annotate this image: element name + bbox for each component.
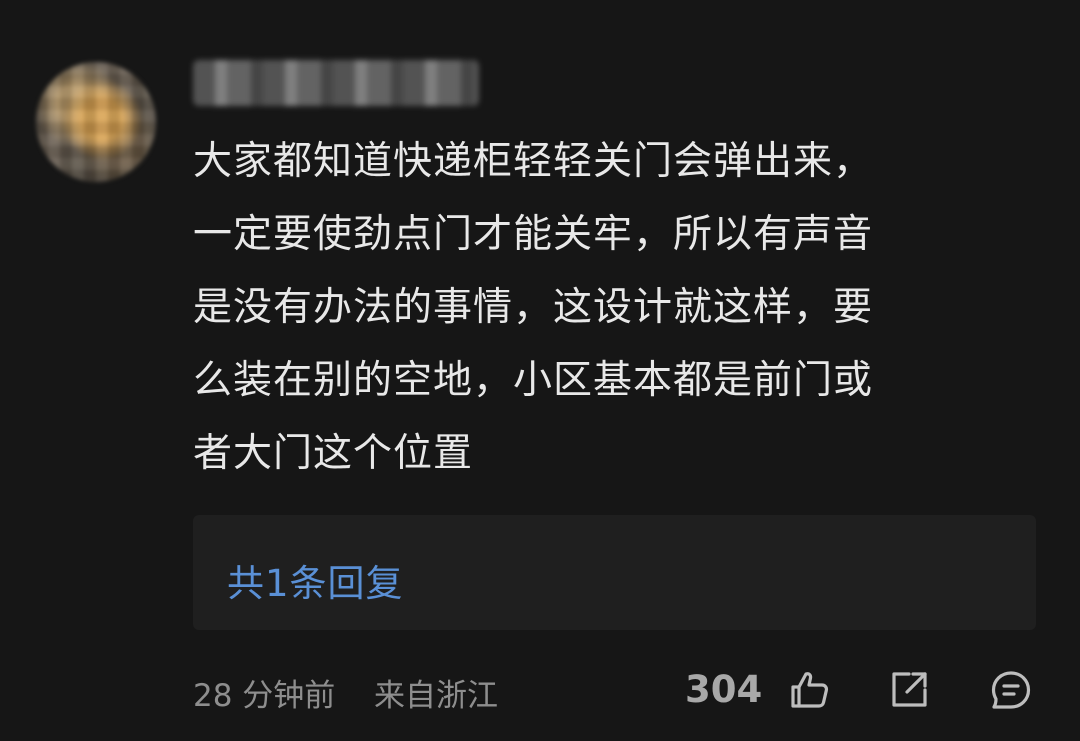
view-replies-link[interactable]: 共1条回复: [227, 553, 404, 607]
like-count: 304: [685, 668, 763, 711]
like-button[interactable]: [787, 668, 831, 712]
comment-location: 来自浙江: [374, 678, 498, 714]
share-button[interactable]: [887, 668, 931, 712]
avatar[interactable]: [36, 62, 156, 182]
comment-time: 28 分钟前: [193, 678, 336, 714]
comment-line: 么装在别的空地，小区基本都是前门或: [193, 358, 874, 403]
share-icon: [892, 672, 927, 707]
comment-body: 大家都知道快递柜轻轻关门会弹出来， 一定要使劲点门才能关牢，所以有声音 是没有办…: [193, 125, 1023, 490]
comment-line: 者大门这个位置: [193, 431, 474, 476]
comment-line: 一定要使劲点门才能关牢，所以有声音: [193, 212, 874, 257]
thumbs-up-icon: [791, 672, 829, 708]
comment-line: 是没有办法的事情，这设计就这样，要: [193, 285, 874, 330]
username-blurred[interactable]: [193, 60, 479, 106]
comment-line: 大家都知道快递柜轻轻关门会弹出来，: [193, 139, 874, 184]
replies-box: 共1条回复: [193, 515, 1036, 630]
comment-footer: 28 分钟前 来自浙江 304: [0, 660, 1080, 720]
comment-icon: [991, 671, 1031, 709]
reply-button[interactable]: [989, 668, 1033, 712]
